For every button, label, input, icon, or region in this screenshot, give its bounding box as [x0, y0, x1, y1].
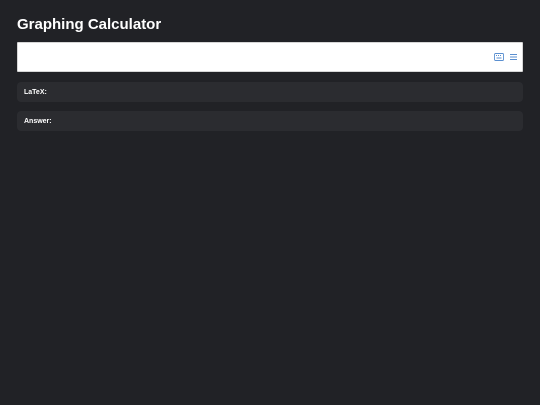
math-input-field[interactable]	[17, 42, 523, 72]
latex-label: LaTeX:	[24, 88, 47, 96]
answer-label: Answer:	[24, 117, 52, 125]
page-title: Graphing Calculator	[17, 16, 162, 33]
virtual-keyboard-button[interactable]	[493, 50, 505, 64]
math-field-toolbar	[490, 50, 520, 64]
menu-icon	[510, 54, 517, 60]
keyboard-icon	[494, 53, 504, 61]
menu-button[interactable]	[508, 50, 520, 64]
calculator-page: Graphing Calculator LaTeX: Answer:	[0, 0, 540, 405]
latex-output-panel: LaTeX:	[17, 82, 523, 102]
math-input-area[interactable]	[18, 43, 488, 71]
answer-output-panel: Answer:	[17, 111, 523, 131]
